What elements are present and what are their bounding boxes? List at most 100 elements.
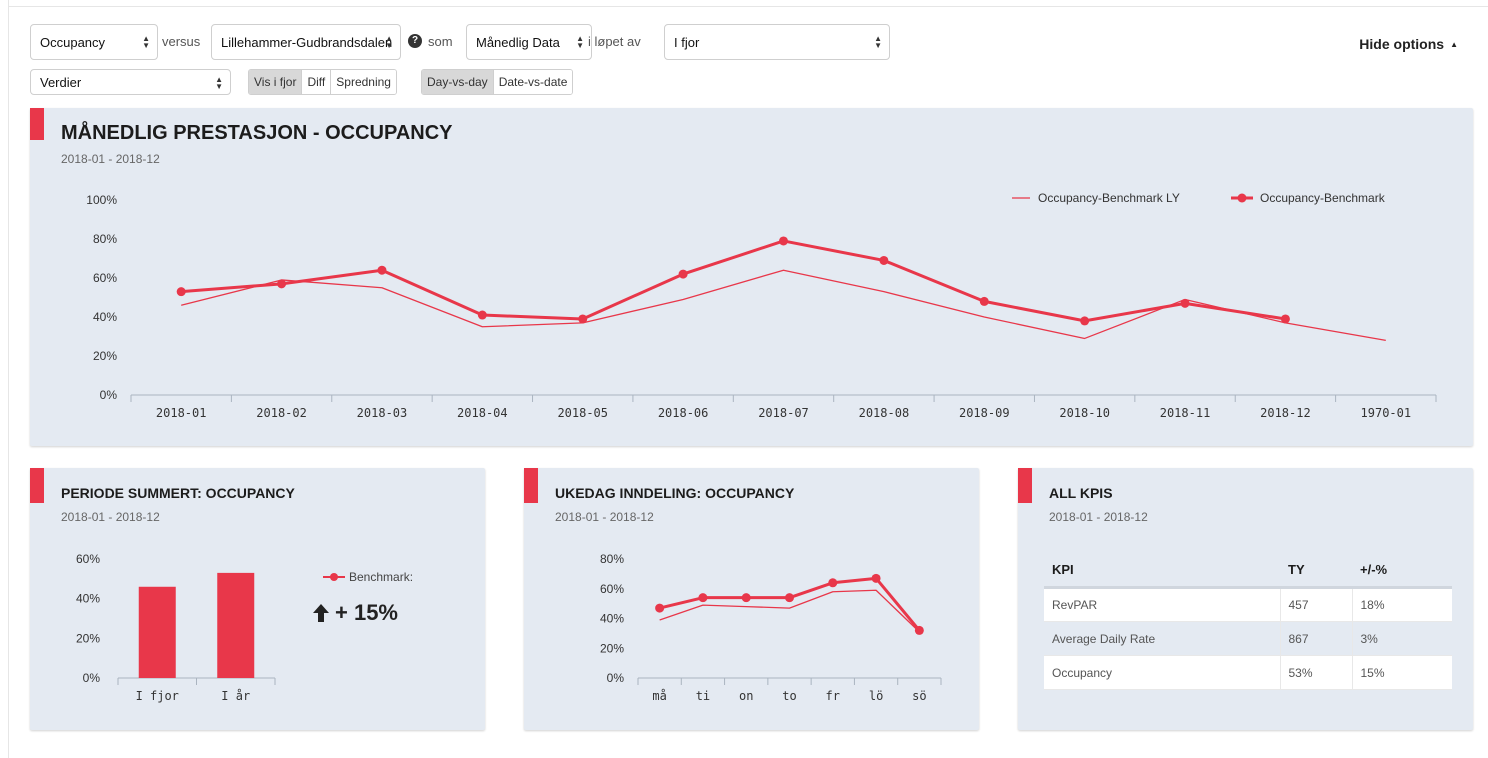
legend-label: Occupancy-Benchmark LY [1038,191,1180,205]
y-tick-label: 0% [607,671,625,685]
x-tick-label: må [652,689,666,703]
x-tick-label: lö [869,689,883,703]
y-tick-label: 40% [600,612,624,626]
caret-up-icon: ▲ [1450,40,1458,49]
period-label: i løpet av [588,34,641,49]
monthly-performance-panel: MÅNEDLIG PRESTASJON - OCCUPANCY 2018-01 … [30,108,1473,446]
y-tick-label: 40% [93,310,117,324]
page-frame-top [8,6,1488,7]
change-value: + 15% [335,600,398,625]
hide-options-label: Hide options [1359,36,1445,52]
x-tick-label: 2018-06 [658,406,709,420]
x-tick-label: 2018-08 [859,406,910,420]
benchmark-legend-label: Benchmark: [349,570,414,584]
select-arrows-icon: ▲ ▼ [215,75,223,91]
help-icon[interactable]: ? [408,34,422,48]
data-point [1180,298,1190,308]
compare-select-value: Lillehammer-Gudbrandsdalen [221,34,393,50]
select-arrows-icon: ▲ ▼ [142,34,150,50]
y-tick-label: 0% [83,671,101,685]
x-tick-label: 1970-01 [1361,406,1412,420]
data-point [277,279,287,289]
metric-select-value: Occupancy [40,34,106,50]
versus-label: versus [162,34,201,49]
change-indicator: + 15% [313,600,398,626]
kpi-ty-cell: 457 [1279,587,1352,622]
period-summary-panel: PERIODE SUMMERT: OCCUPANCY 2018-01 - 201… [30,468,485,730]
monthly-line-chart: 0% 20% 40% 60% 80% 100% 2018-01 2018-02 2018-03 2… [86,191,1437,420]
bar [217,572,255,678]
all-kpis-panel: ALL KPIS 2018-01 - 2018-12 KPI TY +/-% R… [1018,468,1473,730]
arrow-up-icon [313,604,329,622]
select-arrows-icon: ▲ ▼ [385,34,393,50]
data-point [678,269,688,279]
legend-marker [1237,193,1247,203]
kpi-change-cell: 3% [1351,621,1452,656]
y-tick-label: 20% [93,349,117,363]
y-tick-label: 60% [93,271,117,285]
x-tick-label: 2018-02 [256,406,307,420]
day-vs-day-button[interactable]: Day-vs-day [422,70,494,94]
data-point [779,236,788,246]
data-point [1280,314,1290,324]
y-tick-label: 60% [76,552,100,566]
y-tick-label: 80% [93,232,117,246]
hide-options-toggle[interactable]: Hide options ▲ [1359,36,1458,52]
vis-i-fjor-button[interactable]: Vis i fjor [249,70,303,94]
weekday-line-chart: 0% 20% 40% 60% 80% må ti on to fr lö sö [600,552,942,703]
data-point [979,296,989,306]
benchmark-legend: Benchmark: [323,570,413,584]
diff-button[interactable]: Diff [302,70,332,94]
x-tick-label: 2018-12 [1260,406,1311,420]
legend-label: Occupancy-Benchmark [1260,191,1386,205]
x-tick-label: I år [221,689,250,703]
x-tick-label: 2018-11 [1160,406,1211,420]
x-tick-label: sö [912,689,926,703]
values-select[interactable]: Verdier ▲ ▼ [30,69,231,95]
data-point [377,265,387,275]
data-point [578,314,588,324]
x-tick-label: 2018-04 [457,406,508,420]
table-row: Average Daily Rate 867 3% [1044,621,1452,656]
data-point [176,287,186,297]
select-arrows-icon: ▲ ▼ [874,34,882,50]
data-point [1080,316,1090,326]
date-vs-date-button[interactable]: Date-vs-date [493,70,573,94]
data-point [914,625,924,635]
panel-subtitle: 2018-01 - 2018-12 [1049,510,1148,524]
kpi-name-cell: Occupancy [1044,655,1280,690]
values-select-value: Verdier [40,74,82,90]
spredning-button[interactable]: Spredning [331,70,396,94]
x-tick-label: 2018-10 [1059,406,1110,420]
series-line-current [181,239,1286,323]
data-point [828,578,838,588]
kpi-table: KPI TY +/-% RevPAR 457 18% Average Daily… [1044,552,1452,690]
granularity-select[interactable]: Månedlig Data ▲ ▼ [466,24,592,60]
kpi-change-cell: 18% [1351,587,1452,622]
metric-select[interactable]: Occupancy ▲ ▼ [30,24,158,60]
y-tick-label: 20% [600,641,624,655]
y-tick-label: 100% [86,193,117,207]
legend-marker-icon [323,573,345,581]
period-select[interactable]: I fjor ▲ ▼ [664,24,890,60]
kpi-ty-cell: 53% [1279,655,1352,690]
x-tick-label: 2018-03 [357,406,408,420]
data-point [655,603,665,613]
x-tick-label: 2018-09 [959,406,1010,420]
table-row: Occupancy 53% 15% [1044,655,1452,690]
granularity-select-value: Månedlig Data [476,34,560,50]
y-tick-label: 0% [100,388,118,402]
kpi-change-cell: 15% [1351,655,1452,690]
ty-column-header: TY [1280,552,1352,589]
compare-select[interactable]: Lillehammer-Gudbrandsdalen ▲ ▼ [211,24,401,60]
bar [138,586,176,678]
data-point [871,573,881,583]
period-bar-chart: 0% 20% 40% 60% I fjor I år [76,552,276,703]
x-tick-label: 2018-01 [156,406,207,420]
mode-button-group: Day-vs-day Date-vs-date [421,69,574,95]
x-tick-label: I fjor [136,689,179,703]
x-tick-label: on [739,689,753,703]
x-tick-label: ti [696,689,710,703]
kpi-name-cell: Average Daily Rate [1044,621,1280,656]
y-tick-label: 20% [76,631,100,645]
